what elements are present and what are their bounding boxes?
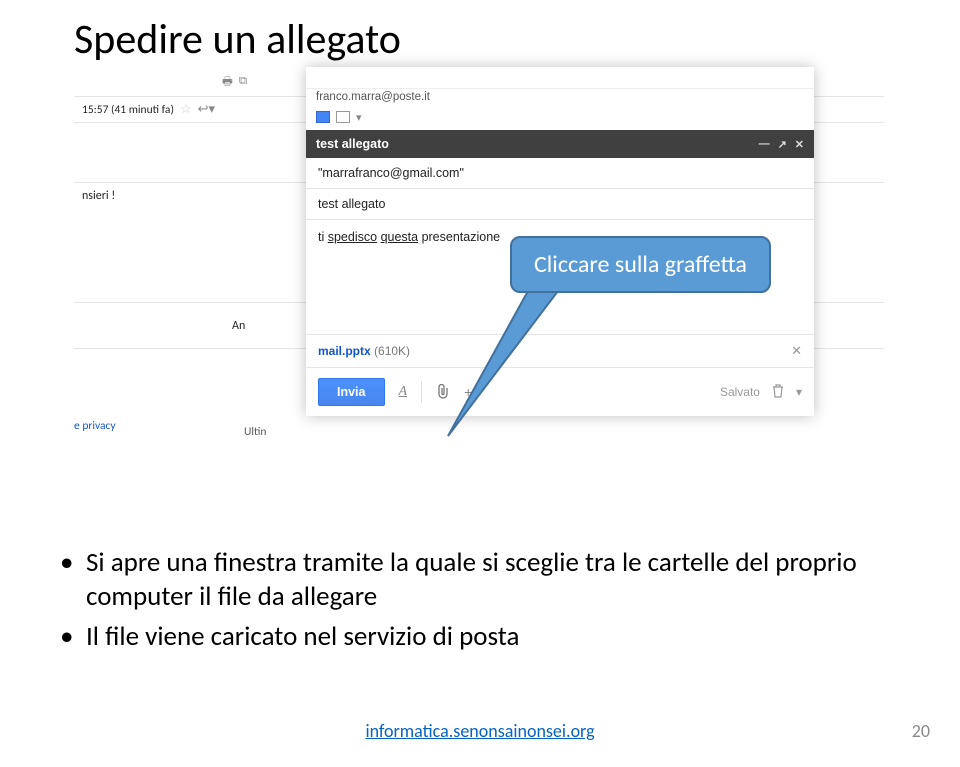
maximize-icon[interactable]: ↗ xyxy=(778,138,787,151)
contact-badge-icon xyxy=(316,111,330,123)
close-icon[interactable]: ✕ xyxy=(795,138,804,151)
send-button[interactable]: Invia xyxy=(318,378,385,406)
body-under1: spedisco xyxy=(328,230,377,244)
more-icon: ▾ xyxy=(209,102,216,117)
privacy-link: e privacy xyxy=(74,419,116,433)
remove-attachment-icon[interactable]: ✕ xyxy=(791,343,802,359)
body-prefix: ti xyxy=(318,230,328,244)
star-icon: ☆ xyxy=(180,102,192,117)
bullet-item: Si apre una finestra tramite la quale si… xyxy=(60,546,900,614)
attachment-name[interactable]: mail.pptx xyxy=(318,344,371,358)
footer-link[interactable]: informatica.senonsainonsei.org xyxy=(0,720,960,742)
attachment-size: (610K) xyxy=(374,344,410,358)
page-number: 20 xyxy=(912,720,930,742)
callout-bubble: Cliccare sulla graffetta xyxy=(510,236,771,293)
saved-label: Salvato xyxy=(720,385,760,399)
print-icon: 🖶 xyxy=(222,74,233,93)
to-field[interactable]: "marrafranco@gmail.com" xyxy=(306,158,814,189)
reply-icon: ↩ xyxy=(198,102,209,117)
sender-badges: ▾ xyxy=(306,107,814,130)
mail-badge-icon xyxy=(336,111,350,123)
subject-field[interactable]: test allegato xyxy=(306,189,814,220)
more-menu-icon[interactable]: ▾ xyxy=(796,385,802,399)
separator xyxy=(421,381,422,403)
bullet-list: Si apre una finestra tramite la quale si… xyxy=(60,546,900,659)
popout-icon: ⧉ xyxy=(239,74,247,93)
attachment-row: mail.pptx (610K) ✕ xyxy=(306,334,814,368)
sender-row xyxy=(306,67,814,89)
dropdown-icon: ▾ xyxy=(356,111,362,124)
bullet-item: Il file viene caricato nel servizio di p… xyxy=(60,620,900,654)
slide-title: Spedire un allegato xyxy=(0,0,960,71)
timestamp: 15:57 (41 minuti fa) xyxy=(82,103,174,117)
trash-icon[interactable] xyxy=(772,384,784,401)
snippet-text: nsieri ! xyxy=(82,189,115,203)
compose-title: test allegato xyxy=(316,137,389,151)
compose-header: test allegato — ↗ ✕ xyxy=(306,130,814,158)
body-under2: questa xyxy=(381,230,419,244)
sender-email: franco.marra@poste.it xyxy=(306,89,814,107)
body-suffix: presentazione xyxy=(418,230,500,244)
compose-footer: Invia A + Salvato ▾ xyxy=(306,368,814,416)
format-icon[interactable]: A xyxy=(399,384,408,400)
bg-ultim: Ultin xyxy=(244,425,266,439)
minimize-icon[interactable]: — xyxy=(759,138,770,151)
callout-tail xyxy=(440,288,560,438)
an-label: An xyxy=(232,319,245,333)
